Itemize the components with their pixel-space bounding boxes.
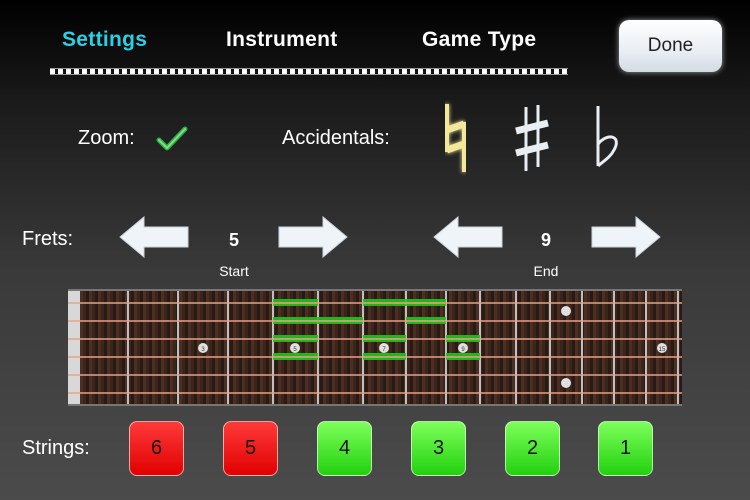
frets-label: Frets: xyxy=(22,228,74,250)
string-3-button[interactable]: 3 xyxy=(411,421,466,476)
string-6-button[interactable]: 6 xyxy=(129,421,184,476)
end-decrease-arrow-icon[interactable] xyxy=(432,215,504,259)
end-fret-value: 9 xyxy=(540,230,551,250)
highlighted-range xyxy=(273,299,480,360)
string-2-button[interactable]: 2 xyxy=(505,421,560,476)
start-increase-arrow-icon[interactable] xyxy=(277,215,349,259)
done-button[interactable]: Done xyxy=(619,20,722,72)
start-decrease-arrow-icon[interactable] xyxy=(118,215,190,259)
fretboard: 3 5 7 9 15 xyxy=(68,289,682,406)
tab-divider xyxy=(50,68,568,75)
end-caption: End xyxy=(533,263,559,279)
checkmark-icon[interactable] xyxy=(156,125,188,153)
fretboard-graphic: 3 5 7 9 15 xyxy=(68,291,682,404)
zoom-label: Zoom: xyxy=(78,127,135,149)
sharp-icon[interactable] xyxy=(512,103,552,175)
svg-text:15: 15 xyxy=(659,347,666,353)
string-5-button[interactable]: 5 xyxy=(223,421,278,476)
nut xyxy=(68,291,80,404)
flat-icon[interactable] xyxy=(590,104,624,170)
start-fret-value: 5 xyxy=(228,230,239,250)
natural-icon[interactable] xyxy=(438,100,472,176)
string-4-button[interactable]: 4 xyxy=(317,421,372,476)
accidentals-label: Accidentals: xyxy=(282,127,390,149)
end-increase-arrow-icon[interactable] xyxy=(590,215,662,259)
tab-game-type[interactable]: Game Type xyxy=(422,28,536,52)
start-caption: Start xyxy=(219,263,249,279)
strings-label: Strings: xyxy=(22,437,90,459)
tab-settings[interactable]: Settings xyxy=(62,28,147,52)
tab-instrument[interactable]: Instrument xyxy=(226,28,338,52)
string-1-button[interactable]: 1 xyxy=(598,421,653,476)
